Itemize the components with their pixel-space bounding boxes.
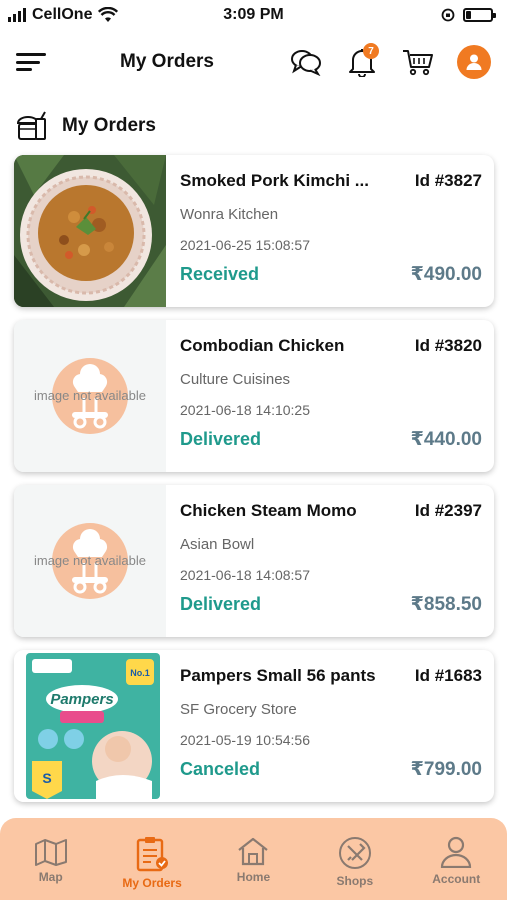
nav-label: Shops (336, 874, 374, 888)
carrier-group: CellOne (8, 6, 119, 24)
svg-text:No.1: No.1 (130, 668, 150, 678)
menu-button[interactable] (16, 50, 48, 74)
item-name: Smoked Pork Kimchi ... (180, 171, 369, 190)
home-icon (238, 837, 269, 866)
order-status: Delivered (180, 594, 262, 614)
battery-icon (463, 8, 496, 22)
svg-text:S: S (42, 770, 51, 786)
order-date: 2021-05-19 10:54:56 (180, 732, 310, 748)
order-image (14, 155, 166, 307)
order-id: Id #2397 (414, 501, 482, 520)
orders-icon (136, 837, 169, 872)
item-name: Combodian Chicken (180, 336, 345, 355)
order-date: 2021-06-18 14:08:57 (180, 567, 310, 583)
nav-account[interactable]: Account (411, 836, 501, 886)
image-not-available-text: image not available (33, 553, 147, 568)
user-icon (466, 54, 482, 70)
nav-label: Map (38, 870, 63, 884)
food-icon (16, 111, 46, 140)
nav-my-orders[interactable]: My Orders (107, 836, 197, 890)
order-image: No.1 Pampers S (14, 650, 166, 802)
orientation-lock-icon (441, 8, 455, 22)
nav-label: My Orders (122, 876, 182, 890)
orders-list: Smoked Pork Kimchi ... Id #3827 Wonra Ki… (14, 155, 494, 815)
order-price: ₹490.00 (410, 264, 482, 285)
order-image-placeholder: image not available (14, 320, 166, 472)
order-price: ₹858.50 (410, 594, 482, 615)
status-bar: CellOne 3:09 PM (0, 0, 507, 30)
item-name: Pampers Small 56 pants (180, 666, 376, 685)
page-title: My Orders (120, 51, 214, 72)
item-name: Chicken Steam Momo (180, 501, 357, 520)
order-card[interactable]: No.1 Pampers S Pampers Small 56 pants Id… (14, 650, 494, 802)
section-title: My Orders (62, 115, 156, 136)
app-header: My Orders 7 (0, 38, 507, 86)
image-not-available-text: image not available (33, 388, 147, 403)
nav-map[interactable]: Map (6, 836, 96, 884)
clock: 3:09 PM (223, 6, 284, 23)
order-id: Id #1683 (414, 666, 482, 685)
shop-name: SF Grocery Store (180, 701, 297, 718)
bottom-navigation: Map My Orders Home Shops Account (0, 818, 507, 900)
food-photo (14, 155, 166, 307)
section-heading: My Orders (16, 108, 156, 144)
nav-shops[interactable]: Shops (310, 836, 400, 888)
order-details: Chicken Steam Momo Id #2397 Asian Bowl 2… (166, 485, 494, 637)
order-date: 2021-06-25 15:08:57 (180, 237, 310, 253)
wifi-icon (98, 7, 119, 22)
status-icons (441, 8, 496, 22)
cart-button[interactable] (401, 45, 435, 79)
map-icon (34, 839, 67, 866)
order-id: Id #3827 (414, 171, 482, 190)
order-price: ₹799.00 (410, 759, 482, 780)
nav-home[interactable]: Home (208, 836, 298, 884)
nav-label: Home (236, 870, 271, 884)
order-details: Pampers Small 56 pants Id #1683 SF Groce… (166, 650, 494, 802)
order-status: Delivered (180, 429, 262, 449)
signal-icon (8, 8, 26, 22)
order-card[interactable]: image not available Chicken Steam Momo I… (14, 485, 494, 637)
chat-icon (291, 50, 321, 76)
carrier-name: CellOne (32, 6, 93, 23)
nav-label: Account (432, 872, 481, 886)
notification-badge: 7 (363, 43, 379, 59)
header-actions: 7 (289, 43, 491, 79)
order-card[interactable]: image not available Combodian Chicken Id… (14, 320, 494, 472)
profile-avatar-button[interactable] (457, 45, 491, 79)
shop-name: Wonra Kitchen (180, 206, 279, 223)
pampers-logo-text: Pampers (50, 691, 113, 708)
order-date: 2021-06-18 14:10:25 (180, 402, 310, 418)
shop-name: Asian Bowl (180, 536, 255, 553)
order-details: Smoked Pork Kimchi ... Id #3827 Wonra Ki… (166, 155, 494, 307)
order-details: Combodian Chicken Id #3820 Culture Cuisi… (166, 320, 494, 472)
account-icon (441, 836, 472, 868)
shops-icon (338, 837, 371, 869)
order-card[interactable]: Smoked Pork Kimchi ... Id #3827 Wonra Ki… (14, 155, 494, 307)
cart-icon (403, 50, 433, 76)
chat-button[interactable] (289, 45, 323, 79)
pampers-photo: No.1 Pampers S (26, 653, 160, 799)
shop-name: Culture Cuisines (180, 371, 291, 388)
notifications-button[interactable]: 7 (345, 43, 379, 79)
order-image-placeholder: image not available (14, 485, 166, 637)
order-id: Id #3820 (414, 336, 482, 355)
order-status: Received (180, 264, 260, 284)
order-status: Canceled (180, 759, 261, 779)
order-price: ₹440.00 (410, 429, 482, 450)
